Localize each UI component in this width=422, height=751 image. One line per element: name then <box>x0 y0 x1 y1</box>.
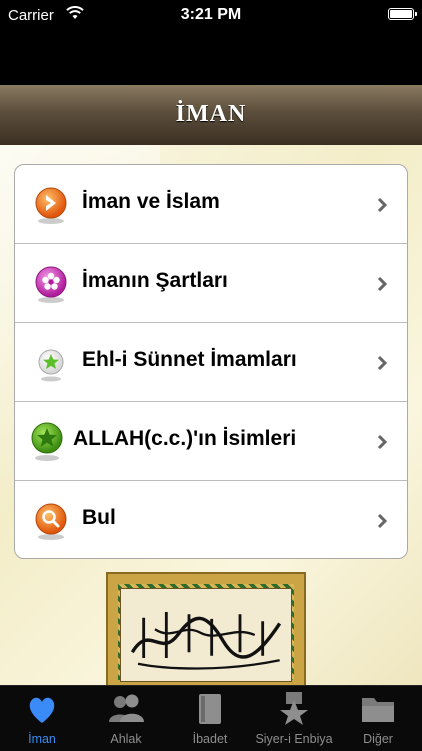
menu-item-label: İmanın Şartları <box>82 269 228 292</box>
tab-diger[interactable]: Diğer <box>336 686 420 751</box>
heart-icon <box>29 697 55 723</box>
tab-label: Siyer-i Enbiya <box>255 732 333 746</box>
menu-item-imanin-sartlari[interactable]: İmanın Şartları <box>15 244 407 323</box>
green-star-icon <box>38 349 64 382</box>
tab-label: Diğer <box>363 732 393 746</box>
clock: 3:21 PM <box>180 6 242 23</box>
chevron-right-icon <box>377 434 388 450</box>
page-title: İMAN <box>175 101 247 127</box>
tab-ibadet[interactable]: İbadet <box>168 686 252 751</box>
status-bar: Carrier 3:21 PM <box>0 0 422 30</box>
chevron-right-icon <box>377 197 388 213</box>
tab-label: İman <box>28 732 56 746</box>
book-icon <box>199 694 221 724</box>
content-area: İman ve İslam İmanın Şartları Ehl-i Sünn… <box>0 145 422 685</box>
tab-bar: İman Ahlak İbadet Siyer-i Enbiya Diğer <box>0 685 422 751</box>
search-icon <box>35 503 67 540</box>
orange-arrow-icon <box>35 187 67 224</box>
calligraphy-panel <box>120 588 292 682</box>
star-medal-icon <box>280 692 308 725</box>
chevron-right-icon <box>377 355 388 371</box>
folder-icon <box>362 698 394 722</box>
chevron-right-icon <box>377 513 388 529</box>
menu-item-label: Ehl-i Sünnet İmamları <box>82 348 297 371</box>
menu-item-iman-ve-islam[interactable]: İman ve İslam <box>15 165 407 244</box>
menu-item-label: ALLAH(c.c.)'ın İsimleri <box>73 427 297 450</box>
calligraphy-image <box>106 572 306 685</box>
battery-icon <box>388 8 417 20</box>
arabic-calligraphy-graphic <box>130 612 282 670</box>
menu-item-label: İman ve İslam <box>82 190 220 213</box>
pink-flower-icon <box>35 266 67 303</box>
tab-ahlak[interactable]: Ahlak <box>84 686 168 751</box>
chevron-right-icon <box>377 276 388 292</box>
menu-item-label: Bul <box>82 506 116 529</box>
menu-item-allahin-isimleri[interactable]: ALLAH(c.c.)'ın İsimleri <box>15 402 407 481</box>
tab-label: Ahlak <box>110 732 142 746</box>
people-icon <box>109 694 144 722</box>
tab-siyer-i-enbiya[interactable]: Siyer-i Enbiya <box>252 686 336 751</box>
green-star-badge-icon <box>31 422 63 461</box>
tab-iman[interactable]: İman <box>0 686 84 751</box>
menu-item-ehl-i-sunnet-imamlari[interactable]: Ehl-i Sünnet İmamları <box>15 323 407 402</box>
navigation-bar: İMAN <box>0 85 422 146</box>
menu-item-bul[interactable]: Bul <box>15 481 407 558</box>
menu-list: İman ve İslam İmanın Şartları Ehl-i Sünn… <box>14 164 408 559</box>
tab-label: İbadet <box>192 732 228 746</box>
